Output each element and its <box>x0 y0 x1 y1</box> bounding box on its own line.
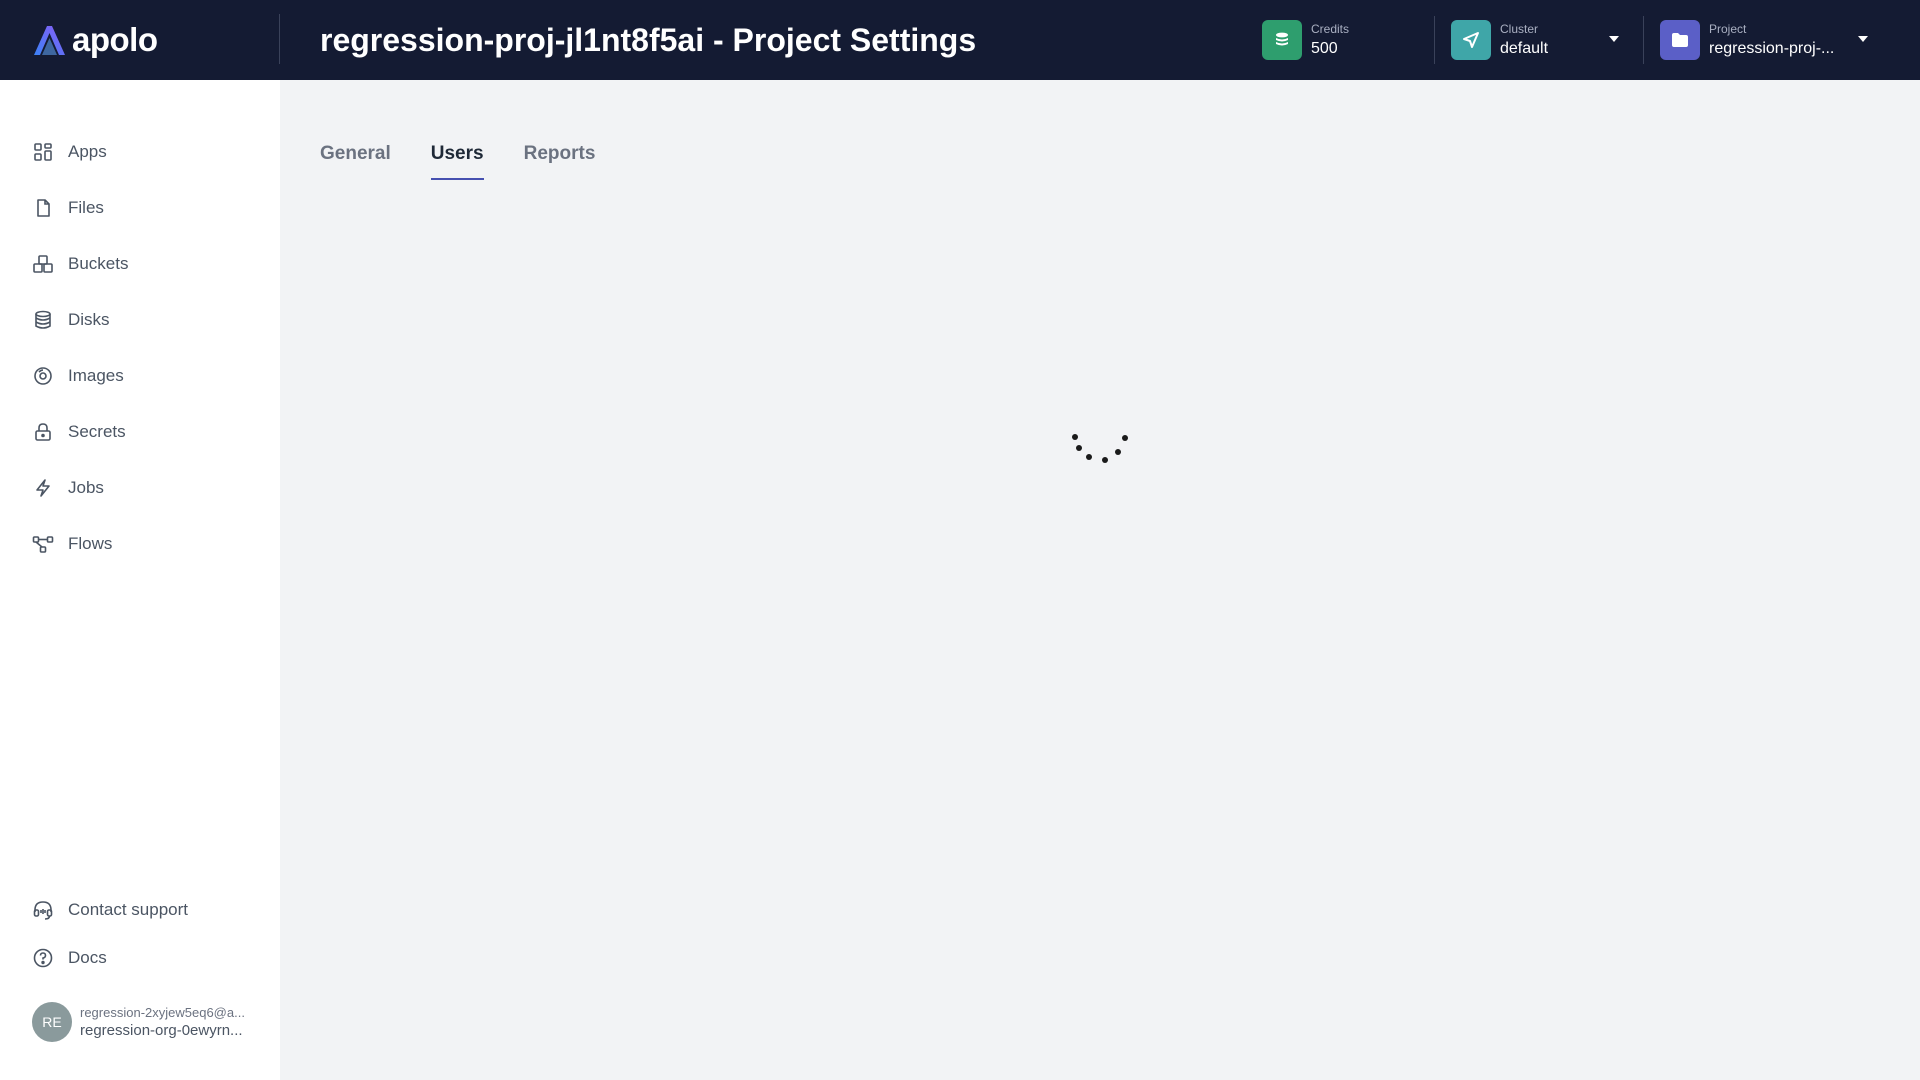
spinner-dot <box>1072 434 1078 440</box>
lightning-icon <box>32 477 54 499</box>
sidebar-item-secrets[interactable]: Secrets <box>32 418 126 446</box>
spinner-dot <box>1102 457 1108 463</box>
sidebar-item-label: Jobs <box>68 478 104 497</box>
cluster-selector[interactable]: Cluster default <box>1451 18 1548 62</box>
coins-icon <box>1262 20 1302 60</box>
sidebar-item-label: Apps <box>68 142 107 161</box>
help-circle-icon <box>32 947 54 969</box>
send-icon <box>1451 20 1491 60</box>
credits-value: 500 <box>1311 39 1338 57</box>
spinner-dot <box>1122 435 1128 441</box>
sidebar-item-label: Contact support <box>68 900 189 919</box>
spinner-dot <box>1086 454 1092 460</box>
avatar: RE <box>32 1002 72 1042</box>
sidebar-item-label: Secrets <box>68 422 126 441</box>
sidebar-item-docs[interactable]: Docs <box>32 944 107 972</box>
apolo-logo[interactable]: apolo <box>32 20 158 60</box>
sidebar: Apps Files Buckets Disks Images Secrets <box>0 80 280 1080</box>
sidebar-item-label: Flows <box>68 534 113 553</box>
folder-icon <box>1660 20 1700 60</box>
database-icon <box>32 309 54 331</box>
project-label: Project <box>1709 21 1747 36</box>
flow-icon <box>32 533 54 555</box>
apps-grid-icon <box>32 141 54 163</box>
sidebar-item-label: Buckets <box>68 254 129 273</box>
headset-icon <box>32 899 54 921</box>
sidebar-item-apps[interactable]: Apps <box>32 138 107 166</box>
sidebar-item-buckets[interactable]: Buckets <box>32 250 128 278</box>
sidebar-item-label: Docs <box>68 948 107 967</box>
sidebar-item-jobs[interactable]: Jobs <box>32 474 104 502</box>
cluster-label: Cluster <box>1500 21 1539 36</box>
cluster-value: default <box>1500 39 1549 57</box>
project-value: regression-proj-... <box>1709 39 1835 57</box>
header-divider <box>279 14 280 64</box>
user-org: regression-org-0ewyrn... <box>80 1021 243 1039</box>
file-icon <box>32 197 54 219</box>
header-separator <box>1434 16 1435 64</box>
tab-general[interactable]: General <box>320 140 391 180</box>
user-account[interactable]: RE regression-2xyjew5eq6@a... regression… <box>32 1002 245 1042</box>
tab-reports[interactable]: Reports <box>524 140 596 180</box>
apolo-logo-icon <box>34 26 65 55</box>
header-separator <box>1643 16 1644 64</box>
sidebar-item-label: Images <box>68 366 124 385</box>
apolo-logo-text: apolo <box>72 21 158 58</box>
sidebar-item-images[interactable]: Images <box>32 362 124 390</box>
project-chevron-down-icon[interactable] <box>1858 36 1868 42</box>
cluster-chevron-down-icon[interactable] <box>1609 36 1619 42</box>
credits-label: Credits <box>1311 21 1350 36</box>
sidebar-item-flows[interactable]: Flows <box>32 530 112 558</box>
settings-tabs: General Users Reports <box>320 140 595 180</box>
project-selector[interactable]: Project regression-proj-... <box>1660 18 1834 62</box>
sidebar-item-files[interactable]: Files <box>32 194 104 222</box>
sidebar-item-disks[interactable]: Disks <box>32 306 110 334</box>
user-email: regression-2xyjew5eq6@a... <box>80 1004 245 1020</box>
spinner-dot <box>1115 449 1121 455</box>
page-title: regression-proj-jl1nt8f5ai - Project Set… <box>320 22 977 58</box>
credits-indicator: Credits 500 <box>1262 18 1349 62</box>
loading-spinner <box>1065 425 1135 475</box>
top-header: apolo regression-proj-jl1nt8f5ai - Proje… <box>0 0 1920 80</box>
spinner-dot <box>1076 445 1082 451</box>
sidebar-item-contact-support[interactable]: Contact support <box>32 896 188 924</box>
sidebar-item-label: Disks <box>68 310 110 329</box>
buckets-icon <box>32 253 54 275</box>
tab-users[interactable]: Users <box>430 140 484 180</box>
image-disc-icon <box>32 365 54 387</box>
sidebar-item-label: Files <box>68 198 104 217</box>
lock-icon <box>32 421 54 443</box>
